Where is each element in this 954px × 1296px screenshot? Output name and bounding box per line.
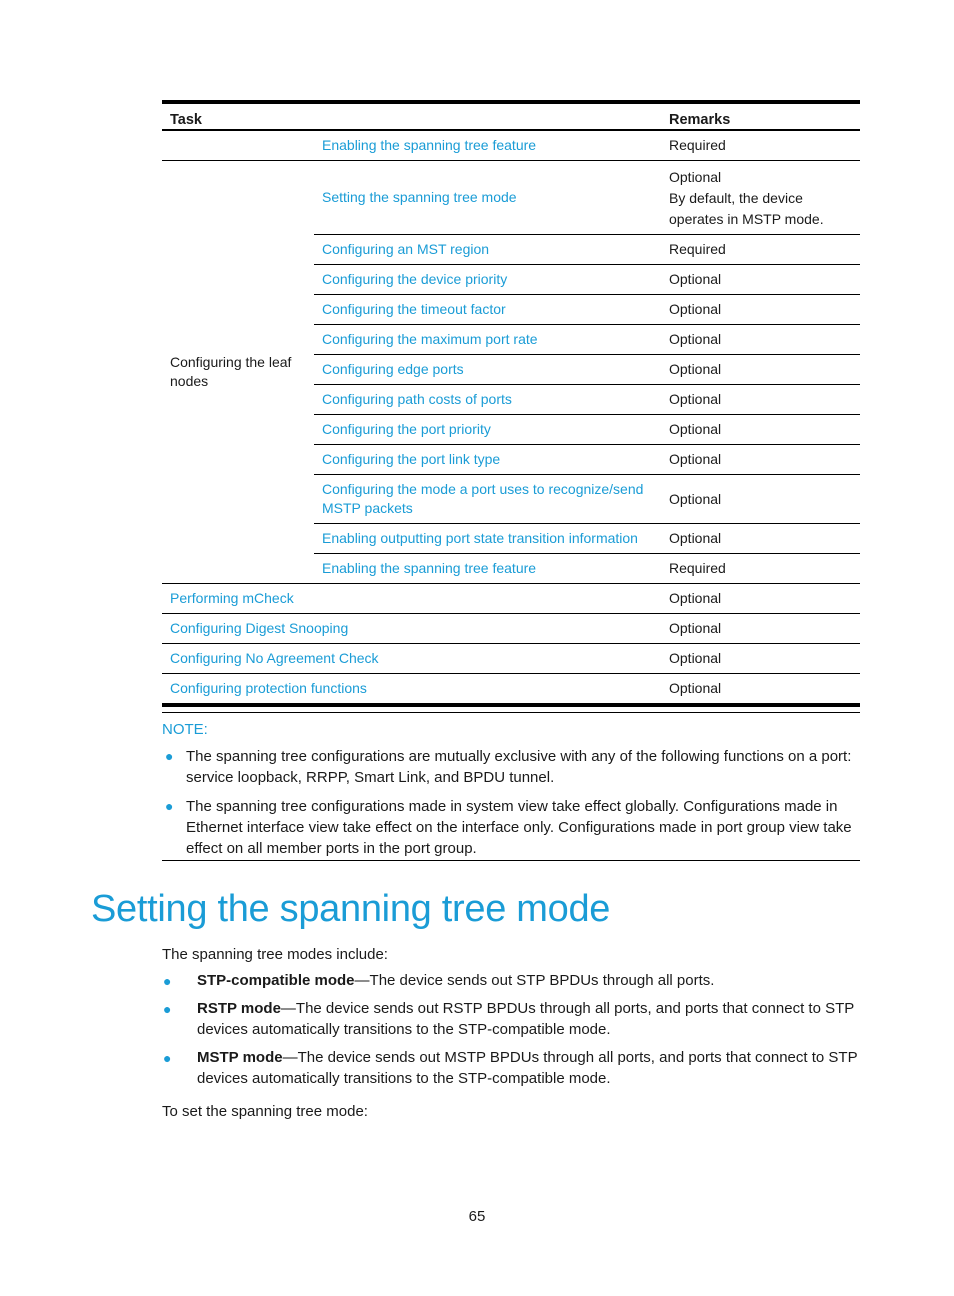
table-row: Configuring Digest Snooping Optional — [162, 613, 860, 644]
table-row: Configuring No Agreement Check Optional — [162, 643, 860, 674]
remarks-cell: Optional — [661, 354, 860, 385]
remarks-cell: Optional — [661, 474, 860, 524]
subtask-link[interactable]: Enabling the spanning tree feature — [322, 137, 536, 153]
mode-item: ● MSTP mode—The device sends out MSTP BP… — [162, 1047, 862, 1090]
remarks-cell: Optional — [661, 523, 860, 554]
remarks-cell: Optional — [661, 444, 860, 475]
task-link[interactable]: Configuring protection functions — [170, 680, 367, 696]
remarks-cell: Optional — [661, 583, 860, 614]
mode-name: RSTP mode — [197, 999, 281, 1017]
remarks-cell: Required — [661, 234, 860, 265]
bullet-icon: ● — [165, 748, 174, 764]
mode-desc: —The device sends out RSTP BPDUs through… — [197, 999, 854, 1039]
subtask-link[interactable]: Configuring edge ports — [322, 361, 464, 377]
subtask-link[interactable]: Setting the spanning tree mode — [322, 189, 517, 205]
subtask-link[interactable]: Configuring the maximum port rate — [322, 331, 538, 347]
mode-name: MSTP mode — [197, 1048, 283, 1066]
task-link[interactable]: Configuring No Agreement Check — [170, 650, 379, 666]
subtask-link[interactable]: Configuring path costs of ports — [322, 391, 512, 407]
task-link[interactable]: Performing mCheck — [170, 590, 294, 606]
intro-text: The spanning tree modes include: — [162, 946, 388, 963]
bullet-icon: ● — [163, 1049, 172, 1066]
remarks-cell: Optional — [661, 414, 860, 445]
modes-list: ● STP-compatible mode—The device sends o… — [162, 970, 862, 1096]
remarks-cell: Optional — [669, 168, 722, 185]
subtask-link[interactable]: Configuring an MST region — [322, 241, 489, 257]
subtask-link[interactable]: Enabling outputting port state transitio… — [322, 530, 638, 546]
subtask-link[interactable]: Configuring the timeout factor — [322, 301, 506, 317]
subtask-link[interactable]: Configuring the port priority — [322, 421, 491, 437]
mode-desc: —The device sends out MSTP BPDUs through… — [197, 1048, 858, 1088]
bullet-icon: ● — [165, 798, 174, 814]
mode-item: ● RSTP mode—The device sends out RSTP BP… — [162, 998, 862, 1041]
table-header-row: Task Remarks — [162, 100, 860, 131]
remarks-cell: Required — [669, 137, 726, 153]
remarks-cell: Optional — [661, 643, 860, 674]
note-box: NOTE: ● The spanning tree configurations… — [162, 712, 860, 861]
subtask-link[interactable]: Configuring the device priority — [322, 271, 507, 287]
remarks-cell: Optional — [661, 384, 860, 415]
task-link[interactable]: Configuring Digest Snooping — [170, 620, 348, 636]
header-task: Task — [162, 100, 661, 131]
section-heading: Setting the spanning tree mode — [91, 888, 611, 930]
remarks-cell: Required — [661, 553, 860, 584]
group-label: Configuring the leaf nodes — [162, 160, 314, 584]
header-remarks: Remarks — [661, 100, 860, 131]
note-list: ● The spanning tree configurations are m… — [162, 746, 860, 859]
note-text: The spanning tree configurations made in… — [186, 798, 852, 857]
subtask-link[interactable]: Configuring the mode a port uses to reco… — [322, 481, 643, 516]
mode-desc: —The device sends out STP BPDUs through … — [354, 972, 715, 989]
table-row: Configuring the leaf nodes Setting the s… — [162, 160, 860, 584]
remarks-cell: Optional — [661, 673, 860, 707]
task-cell-empty — [162, 130, 314, 161]
subtask-link[interactable]: Enabling the spanning tree feature — [322, 560, 536, 576]
note-item: ● The spanning tree configurations made … — [162, 796, 860, 859]
mode-item: ● STP-compatible mode—The device sends o… — [162, 970, 862, 992]
outro-text: To set the spanning tree mode: — [162, 1103, 368, 1120]
note-text: The spanning tree configurations are mut… — [186, 748, 852, 786]
note-title: NOTE: — [162, 721, 208, 738]
task-table: Task Remarks Enabling the spanning tree … — [162, 100, 860, 707]
bullet-icon: ● — [163, 973, 172, 989]
table-row: Enabling the spanning tree feature Requi… — [162, 130, 860, 161]
note-item: ● The spanning tree configurations are m… — [162, 746, 860, 788]
page-number: 65 — [468, 1208, 486, 1225]
remarks-cell: Optional — [661, 324, 860, 355]
remarks-note: By default, the device operates in MSTP … — [669, 189, 824, 227]
bullet-icon: ● — [163, 1000, 172, 1017]
table-row: Configuring protection functions Optiona… — [162, 673, 860, 707]
subtask-link[interactable]: Configuring the port link type — [322, 451, 500, 467]
table-row: Performing mCheck Optional — [162, 583, 860, 614]
remarks-cell: Optional — [661, 294, 860, 325]
remarks-cell: Optional — [661, 264, 860, 295]
document-page: Task Remarks Enabling the spanning tree … — [0, 0, 954, 1296]
remarks-cell: Optional — [661, 613, 860, 644]
mode-name: STP-compatible mode — [197, 972, 355, 989]
